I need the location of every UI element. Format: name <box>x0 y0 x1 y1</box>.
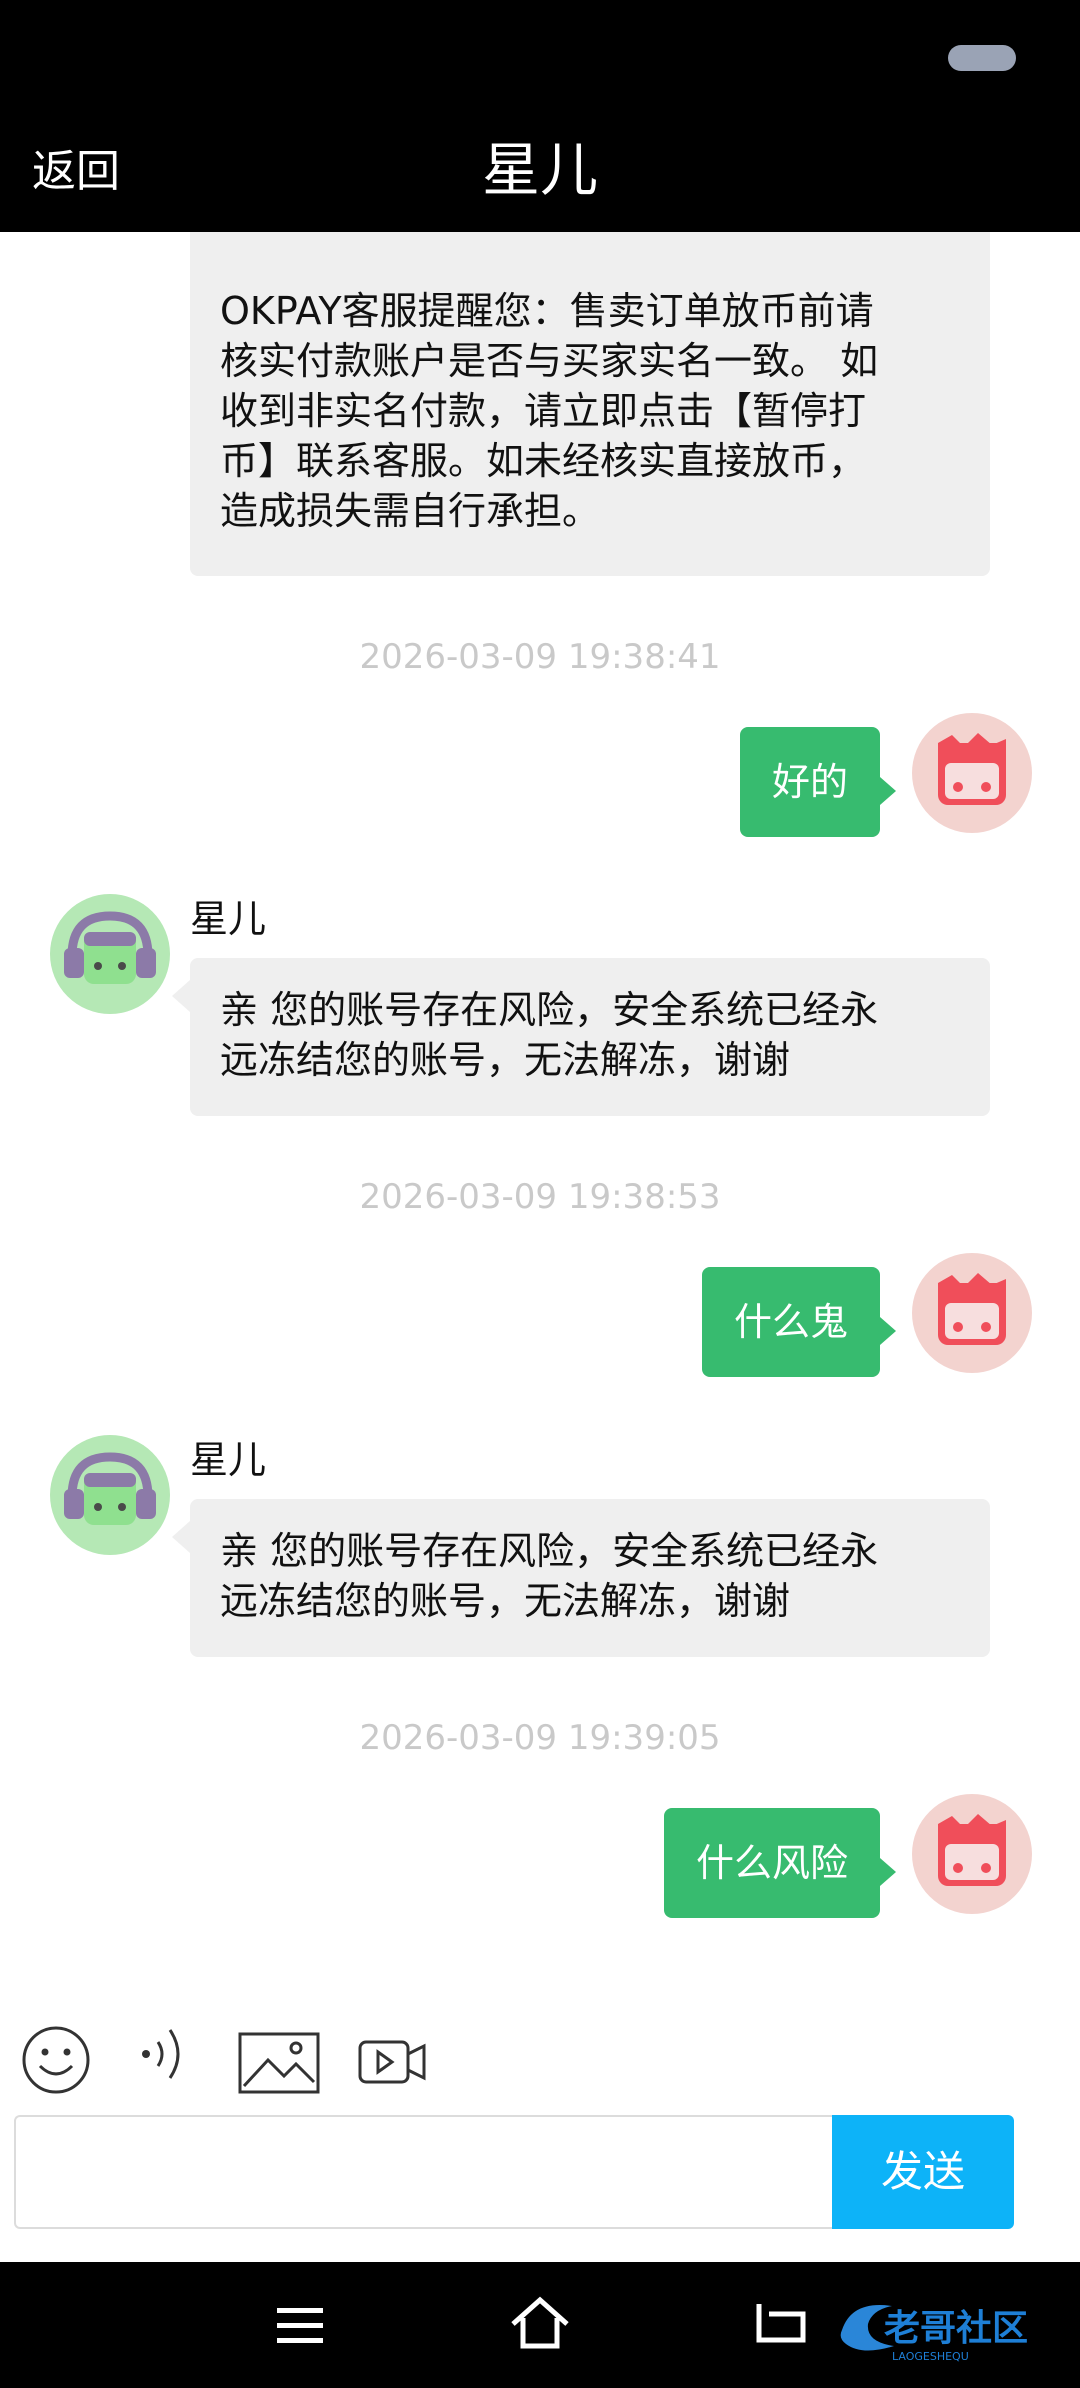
message-line: 远冻结您的账号，无法解冻，谢谢 <box>220 1038 791 1082</box>
contact-avatar[interactable] <box>50 894 170 1014</box>
status-bar <box>0 0 1080 115</box>
composer-toolbar <box>0 2010 1080 2100</box>
user-avatar[interactable] <box>912 1253 1032 1373</box>
sender-name: 星儿 <box>190 897 267 941</box>
send-button[interactable]: 发送 <box>832 2115 1014 2229</box>
message-timestamp: 2026-03-09 19:38:53 <box>359 1177 721 1217</box>
status-indicator <box>948 45 1016 71</box>
message-bubble-outgoing: 什么鬼 <box>701 1267 897 1377</box>
message-timestamp: 2026-03-09 19:39:05 <box>359 1718 721 1758</box>
message-bubble-outgoing: 什么风险 <box>663 1808 897 1918</box>
message-line: 收到非实名付款，请立即点击【暂停打 <box>220 389 867 433</box>
message-line: 币】联系客服。如未经核实直接放币， <box>220 439 867 483</box>
dragon-logo-icon: 老哥社区 LAOGESHEQU <box>840 2305 1028 2363</box>
chat-header: 返回 星儿 <box>0 115 1080 232</box>
contact-avatar[interactable] <box>50 1435 170 1555</box>
message-timestamp: 2026-03-09 19:38:41 <box>359 637 721 677</box>
image-icon[interactable] <box>238 2032 320 2094</box>
system-navigation-bar: 老哥社区 LAOGESHEQU <box>0 2262 1080 2388</box>
message-line: 造成损失需自行承担。 <box>220 489 601 533</box>
user-avatar[interactable] <box>912 1794 1032 1914</box>
message-bubble-incoming: 亲 您的账号存在风险，安全系统已经永 远冻结您的账号，无法解冻，谢谢 <box>172 1499 990 1657</box>
message-line: OKPAY客服提醒您：售卖订单放币前请 <box>220 289 874 333</box>
chat-title: 星儿 <box>481 136 598 204</box>
message-list[interactable]: OKPAY客服提醒您：售卖订单放币前请 核实付款账户是否与买家实名一致。 如 收… <box>0 232 1080 1972</box>
back-nav-icon[interactable] <box>745 2290 815 2360</box>
video-icon[interactable] <box>358 2036 426 2088</box>
watermark-text: 老哥社区 <box>884 2308 1028 2349</box>
watermark-subtext: LAOGESHEQU <box>892 2350 969 2363</box>
message-line: 亲 您的账号存在风险，安全系统已经永 <box>220 1529 879 1573</box>
message-bubble-incoming: OKPAY客服提醒您：售卖订单放币前请 核实付款账户是否与买家实名一致。 如 收… <box>190 232 990 576</box>
home-icon[interactable] <box>505 2290 575 2360</box>
message-bubble-outgoing: 好的 <box>739 727 897 837</box>
message-line: 远冻结您的账号，无法解冻，谢谢 <box>220 1579 791 1623</box>
message-input[interactable] <box>14 2115 834 2229</box>
message-bubble-incoming: 亲 您的账号存在风险，安全系统已经永 远冻结您的账号，无法解冻，谢谢 <box>172 958 990 1116</box>
sender-name: 星儿 <box>190 1438 267 1482</box>
composer: 发送 <box>14 2115 1014 2229</box>
voice-icon[interactable] <box>138 2022 198 2086</box>
watermark-logo: 老哥社区 LAOGESHEQU <box>832 2290 1072 2366</box>
message-line: 亲 您的账号存在风险，安全系统已经永 <box>220 988 879 1032</box>
menu-icon[interactable] <box>265 2290 335 2360</box>
user-avatar[interactable] <box>912 713 1032 833</box>
message-line: 核实付款账户是否与买家实名一致。 如 <box>220 339 879 383</box>
emoji-icon[interactable] <box>20 2024 92 2096</box>
